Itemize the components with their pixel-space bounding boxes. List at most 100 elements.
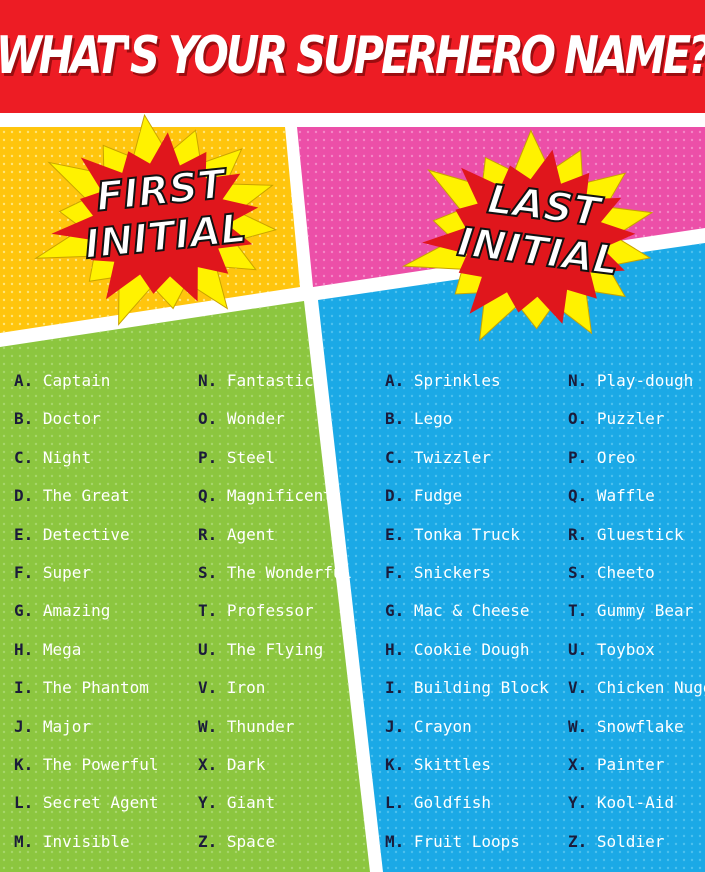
item-word: Agent	[226, 524, 276, 544]
last-name-item: V. Chicken Nugget	[568, 678, 705, 698]
last-name-item: D. Fudge	[385, 486, 462, 506]
item-letter: S.	[198, 563, 218, 582]
first-name-item: F. Super	[14, 563, 91, 583]
item-word: Puzzler	[596, 409, 665, 429]
first-name-item: G. Amazing	[14, 601, 110, 621]
first-name-item: O. Wonder	[198, 409, 285, 429]
item-letter: H.	[385, 639, 405, 659]
item-letter: P.	[568, 447, 588, 467]
item-letter: F.	[14, 563, 34, 582]
item-word: Steel	[226, 447, 276, 467]
item-word: Magnificent	[226, 486, 333, 506]
poster-title: WHAT'S YOUR SUPERHERO NAME?	[0, 26, 705, 86]
first-name-item: T. Professor	[198, 601, 314, 621]
item-letter: E.	[14, 524, 34, 544]
first-name-item: L. Secret Agent	[14, 793, 159, 813]
last-name-item: S. Cheeto	[568, 563, 655, 583]
superhero-name-poster: WHAT'S YOUR SUPERHERO NAME? FIRST INITIA…	[0, 0, 705, 872]
item-word: Oreo	[596, 447, 636, 467]
item-word: Doctor	[42, 409, 101, 429]
item-word: Fruit Loops	[413, 831, 520, 851]
last-name-item: X. Painter	[568, 755, 664, 775]
item-letter: L.	[14, 793, 34, 813]
item-word: Space	[226, 831, 276, 851]
first-name-item: X. Dark	[198, 755, 265, 775]
item-word: Toybox	[596, 639, 655, 659]
item-word: Kool-Aid	[596, 793, 674, 813]
first-name-item: R. Agent	[198, 525, 275, 545]
first-name-item: W. Thunder	[198, 717, 294, 737]
item-letter: Q.	[568, 486, 588, 506]
last-name-item: I. Building Block	[385, 678, 549, 698]
item-word: The Flying	[226, 639, 324, 659]
item-letter: J.	[14, 716, 34, 736]
item-letter: B.	[385, 409, 405, 429]
item-word: Secret Agent	[42, 793, 159, 813]
item-letter: I.	[385, 678, 405, 698]
item-letter: C.	[14, 447, 34, 467]
item-letter: P.	[198, 447, 218, 467]
item-letter: D.	[385, 486, 405, 506]
item-letter: U.	[198, 639, 218, 659]
last-name-item: L. Goldfish	[385, 793, 491, 813]
last-name-item: T. Gummy Bear	[568, 601, 693, 621]
item-word: Painter	[596, 755, 665, 774]
item-word: Tonka Truck	[413, 524, 520, 544]
item-letter: F.	[385, 563, 405, 582]
item-word: Giant	[226, 793, 276, 813]
item-letter: V.	[568, 678, 588, 698]
item-word: Sprinkles	[413, 371, 501, 390]
last-name-item: J. Crayon	[385, 717, 472, 737]
item-letter: J.	[385, 716, 405, 736]
item-letter: G.	[14, 601, 34, 621]
item-word: Dark	[226, 755, 266, 774]
last-name-item: A. Sprinkles	[385, 371, 501, 391]
last-name-item: W. Snowflake	[568, 717, 684, 737]
item-word: Twizzler	[413, 447, 491, 467]
first-name-item: A. Captain	[14, 371, 110, 391]
item-letter: Z.	[198, 831, 218, 851]
item-word: The Powerful	[42, 755, 159, 774]
last-name-item: Z. Soldier	[568, 832, 664, 852]
first-name-item: U. The Flying	[198, 640, 323, 660]
item-letter: W.	[568, 716, 588, 736]
item-word: Invisible	[42, 831, 130, 851]
first-name-item: Z. Space	[198, 832, 275, 852]
last-name-item: F. Snickers	[385, 563, 491, 583]
first-name-item: E. Detective	[14, 525, 130, 545]
item-word: Fudge	[413, 486, 463, 506]
item-letter: B.	[14, 409, 34, 429]
item-letter: T.	[198, 601, 218, 621]
item-word: Waffle	[596, 486, 655, 506]
last-name-item: M. Fruit Loops	[385, 832, 520, 852]
item-word: Detective	[42, 524, 130, 544]
first-name-item: M. Invisible	[14, 832, 130, 852]
item-word: Mega	[42, 639, 82, 659]
first-name-item: K. The Powerful	[14, 755, 159, 775]
item-word: Play-dough	[596, 371, 694, 390]
item-word: Super	[42, 563, 92, 582]
first-name-item: N. Fantastic	[198, 371, 314, 391]
first-name-item: Y. Giant	[198, 793, 275, 813]
last-name-item: G. Mac & Cheese	[385, 601, 530, 621]
first-name-item: J. Major	[14, 717, 91, 737]
item-letter: M.	[14, 831, 34, 851]
item-letter: N.	[568, 371, 588, 390]
item-letter: W.	[198, 716, 218, 736]
last-name-item: O. Puzzler	[568, 409, 664, 429]
item-letter: Y.	[198, 793, 218, 813]
last-name-item: H. Cookie Dough	[385, 640, 530, 660]
item-word: The Great	[42, 486, 130, 506]
first-name-item: C. Night	[14, 448, 91, 468]
first-name-item: V. Iron	[198, 678, 265, 698]
item-word: Skittles	[413, 755, 491, 774]
item-letter: G.	[385, 601, 405, 621]
item-word: Gluestick	[596, 524, 684, 544]
last-name-item: N. Play-dough	[568, 371, 693, 391]
item-letter: A.	[385, 371, 405, 390]
last-name-item: E. Tonka Truck	[385, 525, 520, 545]
item-letter: R.	[198, 524, 218, 544]
item-word: Crayon	[413, 716, 472, 736]
item-word: The Wonderful	[226, 563, 353, 582]
item-word: Chicken Nugget	[596, 678, 705, 698]
